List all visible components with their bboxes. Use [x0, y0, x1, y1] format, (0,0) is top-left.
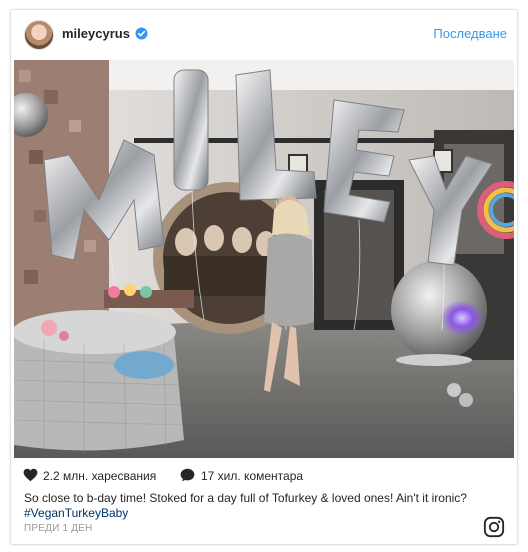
comment-bubble-icon[interactable] — [180, 468, 195, 482]
instagram-logo-icon[interactable] — [483, 516, 505, 538]
caption-text: So close to b-day time! Stoked for a day… — [24, 491, 467, 505]
username-link[interactable]: mileycyrus — [62, 26, 130, 41]
verified-badge-icon — [135, 27, 148, 40]
party-scene-image — [14, 60, 514, 458]
post-timestamp[interactable]: ПРЕДИ 1 ДЕН — [24, 523, 92, 534]
post-header: mileycyrus Последване — [11, 10, 517, 60]
post-photo[interactable] — [14, 60, 514, 458]
comments-count: 17 хил. коментара — [201, 469, 304, 483]
avatar[interactable] — [24, 20, 54, 50]
heart-icon[interactable] — [23, 468, 38, 482]
follow-button[interactable]: Последване — [433, 26, 507, 41]
instagram-embed-card: mileycyrus Последване 2.2 млн. харесвани… — [10, 9, 518, 545]
hashtag-link[interactable]: #VeganTurkeyBaby — [24, 506, 128, 520]
likes-count: 2.2 млн. харесвания — [43, 469, 157, 483]
post-caption: So close to b-day time! Stoked for a day… — [24, 491, 494, 521]
